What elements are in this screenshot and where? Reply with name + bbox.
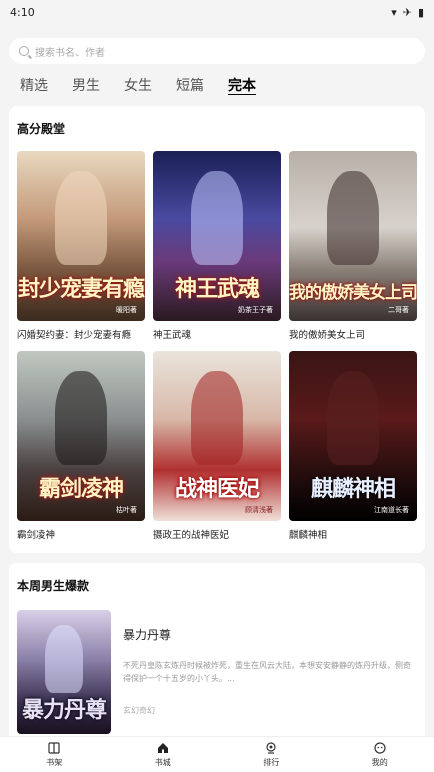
book-card[interactable]: 麒麟神相 江南道长著 麒麟神相: [289, 351, 417, 543]
tab-male[interactable]: 男生: [72, 75, 100, 95]
book-title: 麒麟神相: [289, 530, 328, 541]
book-cover: 我的傲娇美女上司 二哥著: [289, 151, 417, 321]
book-cover: 神王武魂 奶茶王子著: [153, 151, 281, 321]
book-cover: 封少宠妻有瘾 暖阳著: [17, 151, 145, 321]
nav-ranking[interactable]: 排行: [241, 741, 301, 768]
category-tabs: 精选 男生 女生 短篇 完本: [0, 64, 434, 96]
tab-completed[interactable]: 完本: [228, 75, 256, 95]
search-icon: [19, 46, 29, 56]
profile-icon: [374, 741, 386, 754]
status-icons: ▾ ✈ ▮: [391, 6, 424, 19]
nav-bookshelf[interactable]: 书架: [24, 741, 84, 768]
book-icon: [48, 741, 60, 754]
weekly-book-item[interactable]: 暴力丹尊 暴力丹尊 不死丹皇陈玄炼丹时候被炸死，重生在风云大陆，本想安安静静的炼…: [17, 608, 417, 736]
battery-icon: ▮: [417, 5, 424, 19]
status-time: 4:10: [10, 5, 35, 19]
book-title: 暴力丹尊: [123, 628, 172, 642]
nav-bookstore[interactable]: 书城: [133, 742, 193, 768]
book-cover: 暴力丹尊: [17, 610, 111, 734]
section-title: 本周男生爆款: [17, 579, 90, 593]
tab-short[interactable]: 短篇: [176, 75, 204, 95]
book-card[interactable]: 封少宠妻有瘾 暖阳著 闪婚契约妻：封少宠妻有瘾: [17, 151, 145, 343]
book-card[interactable]: 神王武魂 奶茶王子著 神王武魂: [153, 151, 281, 343]
book-description: 不死丹皇陈玄炼丹时候被炸死，重生在风云大陆，本想安安静静的炼丹升级，侧奇得保护一…: [123, 661, 411, 683]
airplane-icon: ✈: [402, 5, 412, 19]
book-cover: 战神医妃 顾清浅著: [153, 351, 281, 521]
tab-featured[interactable]: 精选: [20, 75, 48, 95]
book-cover: 麒麟神相 江南道长著: [289, 351, 417, 521]
book-card[interactable]: 霸剑凌神 枯叶著 霸剑凌神: [17, 351, 145, 543]
bottom-nav: 书架 书城 排行 我的: [0, 736, 434, 772]
home-icon: [157, 742, 168, 753]
book-cover: 霸剑凌神 枯叶著: [17, 351, 145, 521]
book-card[interactable]: 我的傲娇美女上司 二哥著 我的傲娇美女上司: [289, 151, 417, 343]
book-genre: 玄幻奇幻: [123, 706, 155, 715]
book-title: 闪婚契约妻：封少宠妻有瘾: [17, 330, 132, 341]
section-title: 高分殿堂: [17, 122, 66, 136]
status-bar: 4:10 ▾ ✈ ▮: [0, 0, 434, 24]
rank-icon: [266, 741, 276, 754]
book-title: 神王武魂: [153, 330, 192, 341]
wifi-icon: ▾: [391, 5, 397, 19]
search-placeholder: 搜索书名、作者: [35, 47, 105, 59]
tab-female[interactable]: 女生: [124, 75, 152, 95]
nav-profile[interactable]: 我的: [350, 741, 410, 768]
search-bar[interactable]: 搜索书名、作者: [9, 38, 425, 64]
book-title: 我的傲娇美女上司: [289, 330, 366, 341]
book-card[interactable]: 战神医妃 顾清浅著 摄政王的战神医妃: [153, 351, 281, 543]
high-score-section: 高分殿堂 封少宠妻有瘾 暖阳著 闪婚契约妻：封少宠妻有瘾 神王武魂 奶茶王子著 …: [9, 106, 425, 553]
book-title: 摄政王的战神医妃: [153, 530, 230, 541]
book-title: 霸剑凌神: [17, 530, 56, 541]
